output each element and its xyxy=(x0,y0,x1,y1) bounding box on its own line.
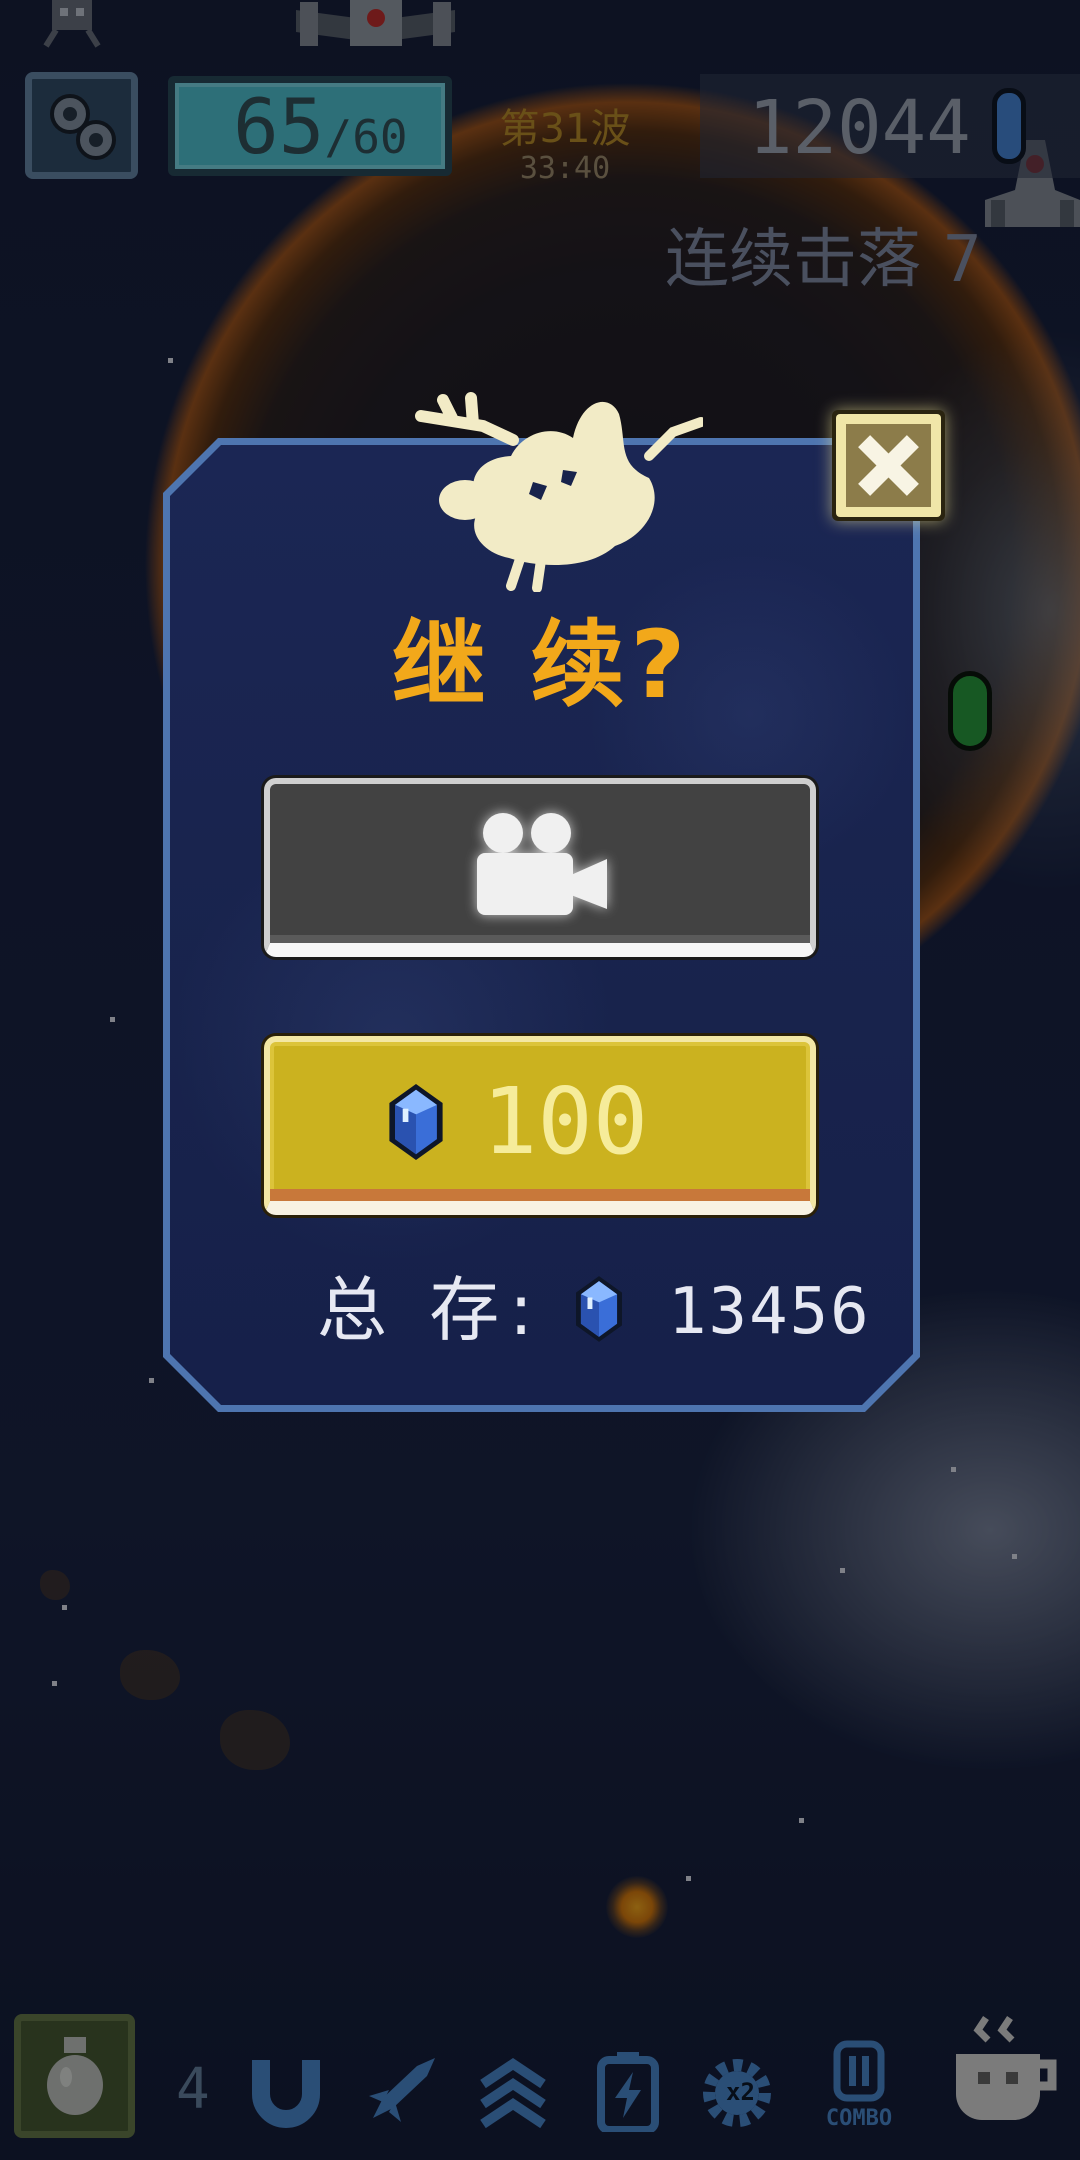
gem-continue-button[interactable]: 100 xyxy=(264,1036,816,1215)
mascot-antler xyxy=(415,392,519,446)
camera-reel xyxy=(531,812,571,853)
total-gems-label: 总 存: xyxy=(317,1269,543,1351)
close-button[interactable] xyxy=(832,410,945,521)
gem-sparkle xyxy=(402,1108,409,1122)
camera-reel xyxy=(483,812,523,853)
gem-sparkle xyxy=(587,1297,593,1309)
camera-lens xyxy=(571,858,607,909)
mascot-body xyxy=(473,401,655,566)
gem-icon xyxy=(576,1276,622,1342)
gem-icon xyxy=(389,1083,443,1160)
camera-body xyxy=(477,852,573,915)
dialog-title: 继 续? xyxy=(391,611,692,720)
mascot-wing xyxy=(644,417,703,461)
ghost-mascot-icon xyxy=(415,392,703,592)
total-gems-value: 13456 xyxy=(668,1275,871,1349)
gem-cost: 100 xyxy=(482,1067,649,1175)
video-camera-icon xyxy=(477,812,607,915)
watch-video-continue-button[interactable] xyxy=(264,778,816,957)
game-screen: 65 /60 第31波 33:40 12044 连续击落 7 4 x2 COMB… xyxy=(0,0,1080,2160)
